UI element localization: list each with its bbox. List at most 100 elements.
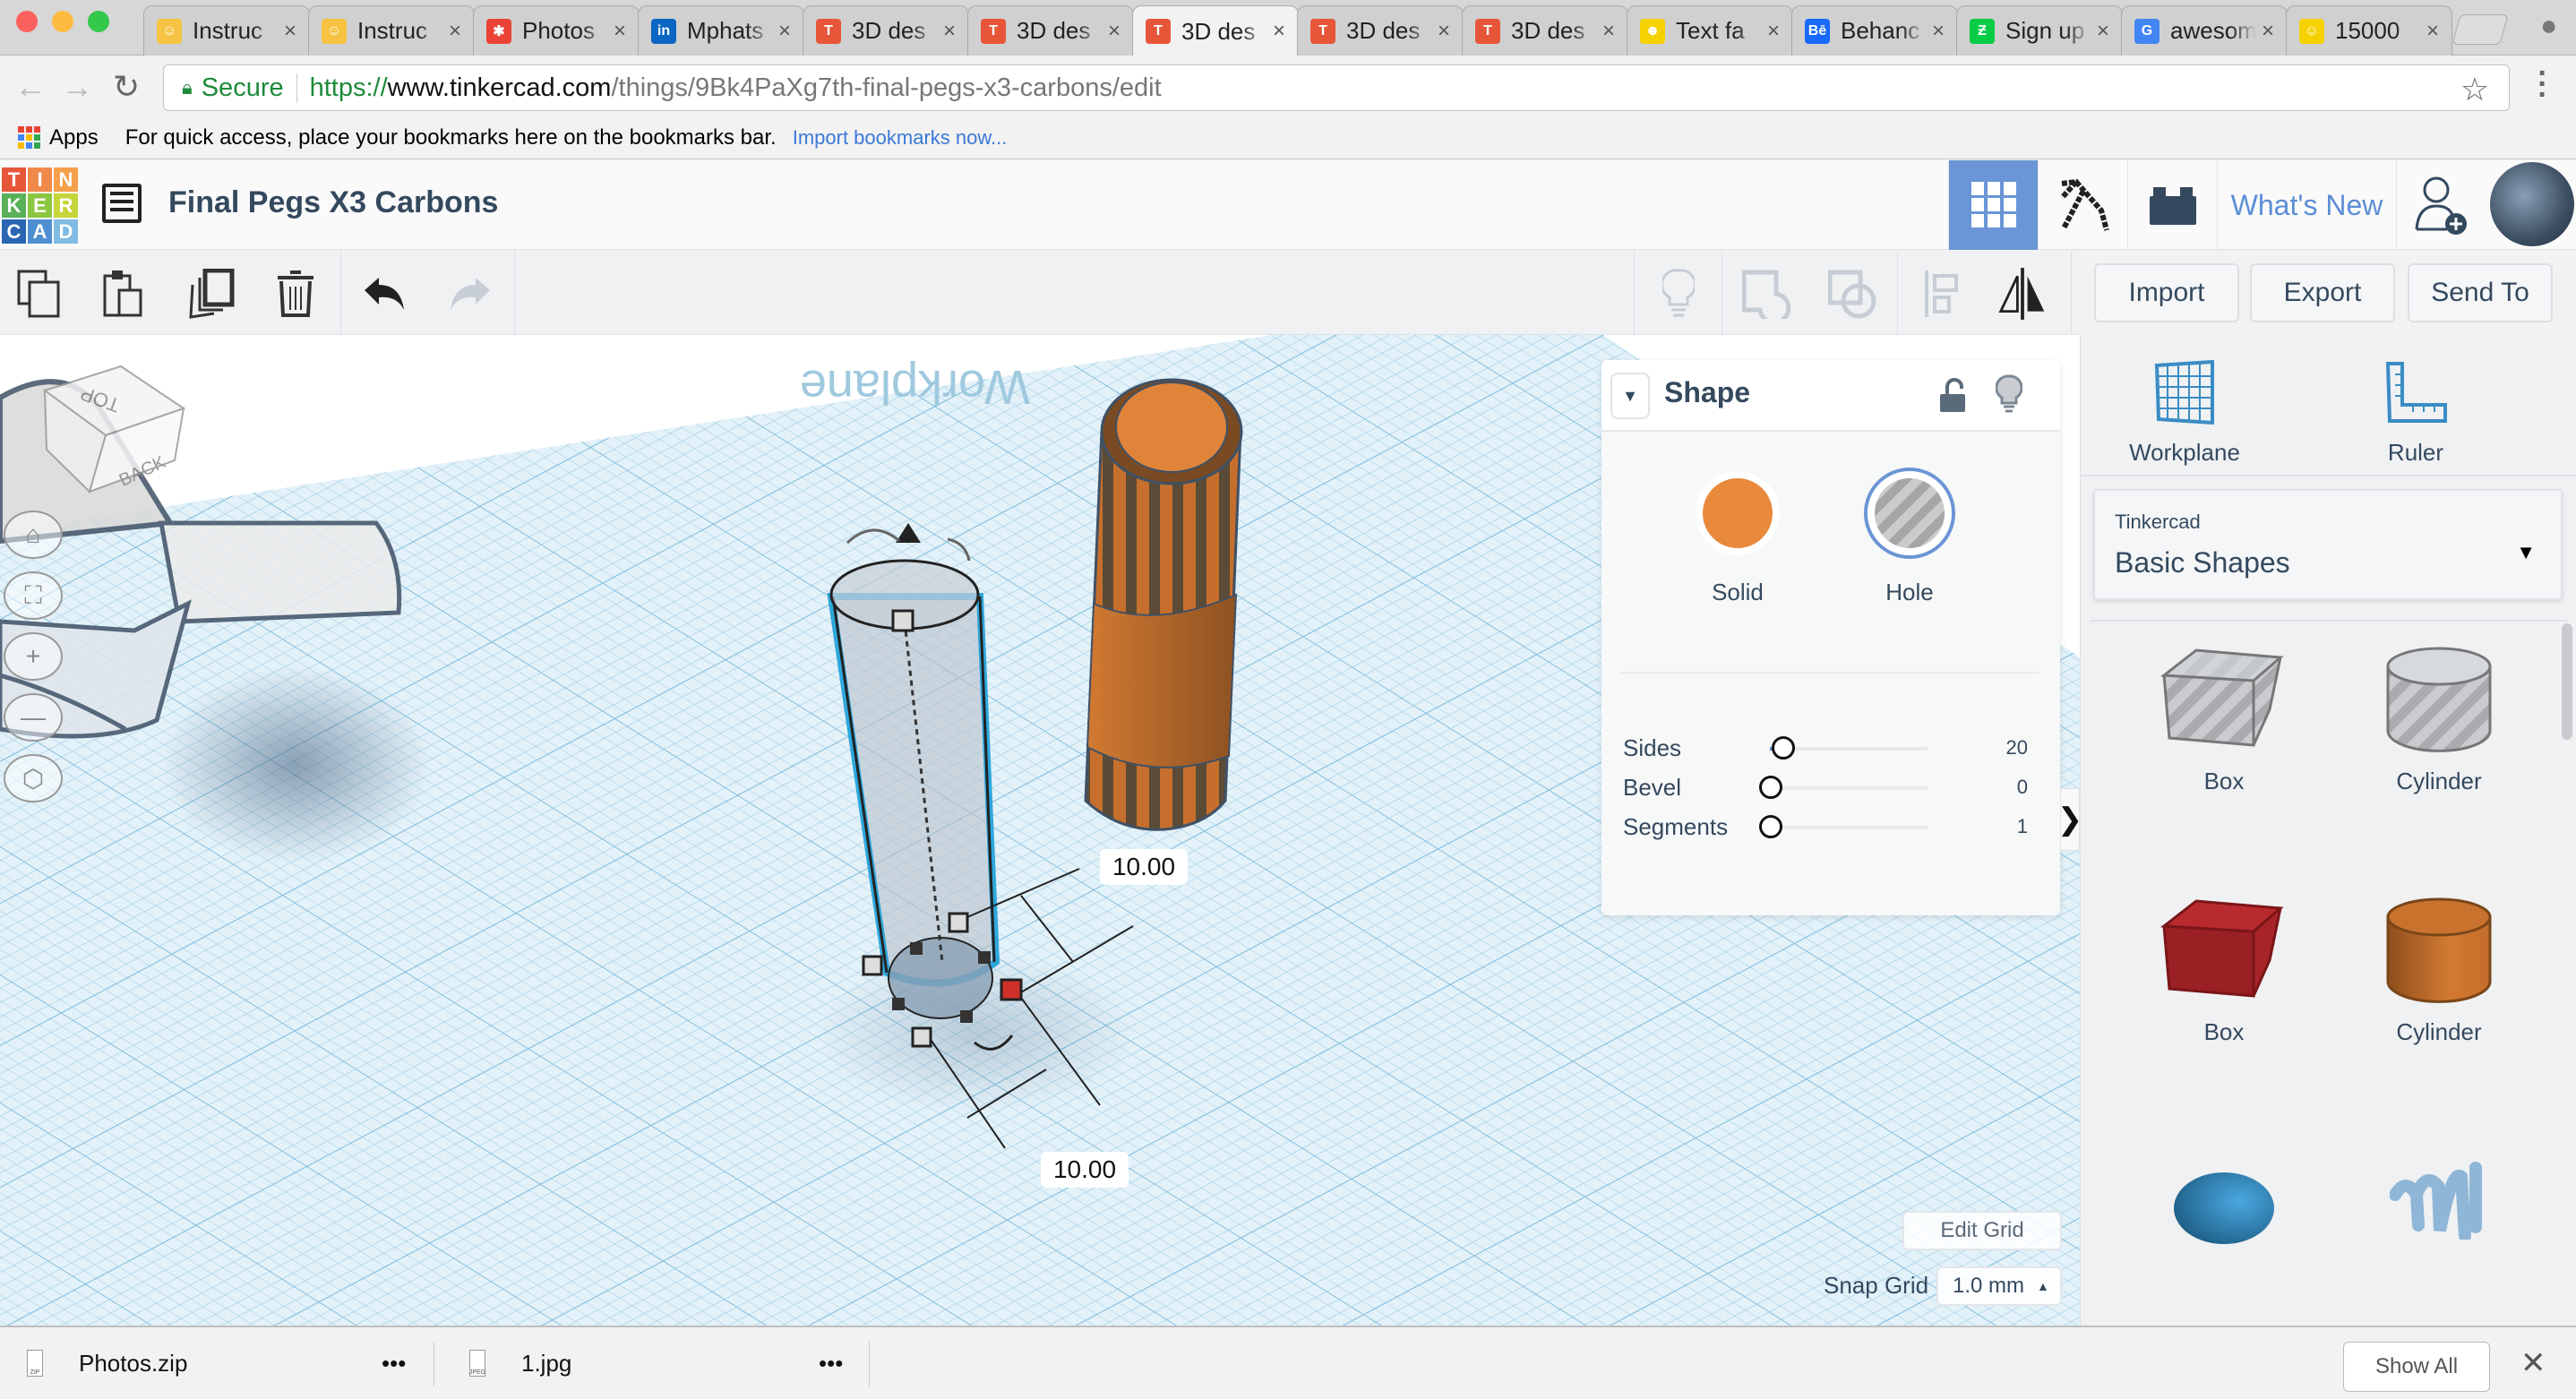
ruler-tool[interactable]: Ruler xyxy=(2326,353,2505,467)
tab-close-icon[interactable]: × xyxy=(943,19,956,44)
apps-link[interactable]: Apps xyxy=(49,125,99,150)
browser-menu-icon[interactable]: · · · xyxy=(2537,58,2549,110)
browser-tab[interactable]: Gawesom × xyxy=(2121,5,2288,56)
property-slider-knob[interactable] xyxy=(1772,736,1796,760)
browser-tab[interactable]: T 3D des × xyxy=(803,5,969,56)
browser-tab[interactable]: ☻ Text fa × xyxy=(1627,5,1793,56)
browser-tab[interactable]: ✱ Photos × xyxy=(473,5,640,56)
tab-close-icon[interactable]: × xyxy=(284,19,296,44)
collapse-panel-button[interactable]: ❯ xyxy=(2057,788,2082,851)
export-button[interactable]: Export xyxy=(2250,263,2395,322)
undo-button[interactable] xyxy=(360,269,410,319)
tab-close-icon[interactable]: × xyxy=(1602,19,1615,44)
browser-tab[interactable]: ☺ Instruc × xyxy=(308,5,475,56)
tab-close-icon[interactable]: × xyxy=(2097,19,2109,44)
tab-close-icon[interactable]: × xyxy=(2426,19,2439,44)
download-item[interactable]: ZIP Photos.zip xyxy=(27,1327,187,1399)
window-maximize-button[interactable] xyxy=(88,11,109,32)
tab-close-icon[interactable]: × xyxy=(1273,19,1285,44)
shape-list-scrollbar[interactable] xyxy=(2562,623,2572,740)
design-title[interactable]: Final Pegs X3 Carbons xyxy=(168,185,498,220)
depth-dimension-label[interactable]: 10.00 xyxy=(1041,1152,1129,1188)
solid-color-swatch[interactable] xyxy=(1696,471,1780,555)
property-slider-knob[interactable] xyxy=(1759,776,1782,799)
property-value[interactable]: 1 xyxy=(2017,815,2028,838)
import-button[interactable]: Import xyxy=(2094,263,2239,322)
hole-option[interactable]: Hole xyxy=(1856,471,1963,606)
tab-close-icon[interactable]: × xyxy=(778,19,791,44)
solid-option[interactable]: Solid xyxy=(1684,471,1791,606)
tab-close-icon[interactable]: × xyxy=(1108,19,1121,44)
fit-view-button[interactable]: ⛶ xyxy=(4,571,63,620)
invite-user-button[interactable] xyxy=(2396,160,2486,250)
whats-new-link[interactable]: What's New xyxy=(2217,160,2396,250)
align-button[interactable] xyxy=(1917,269,1967,319)
tab-close-icon[interactable]: × xyxy=(449,19,461,44)
shape-cylinder-orange[interactable]: Cylinder xyxy=(2340,896,2537,1046)
perspective-button[interactable]: ⬡ xyxy=(4,754,63,802)
hide-lightbulb-icon[interactable] xyxy=(1995,374,2023,421)
user-avatar[interactable] xyxy=(2490,162,2574,246)
shape-box-red[interactable]: Box xyxy=(2125,896,2323,1046)
forward-button[interactable]: → xyxy=(61,68,93,106)
tinkercad-logo[interactable]: TIN KER CAD xyxy=(2,167,78,244)
property-value[interactable]: 20 xyxy=(2006,736,2028,760)
show-all-button[interactable] xyxy=(1653,269,1704,319)
browser-tab[interactable]: Bē Behanc × xyxy=(1791,5,1958,56)
tab-close-icon[interactable]: × xyxy=(614,19,626,44)
edit-grid-button[interactable]: Edit Grid xyxy=(1902,1211,2062,1250)
browser-tab[interactable]: T 3D des × xyxy=(1462,5,1628,56)
new-tab-button[interactable] xyxy=(2451,14,2509,45)
browser-tab[interactable]: T 3D des × xyxy=(967,5,1134,56)
snap-grid-select[interactable]: 1.0 mm ▲ xyxy=(1936,1266,2062,1306)
3d-design-view-button[interactable] xyxy=(1948,160,2038,250)
brick-view-button[interactable] xyxy=(2127,160,2217,250)
apps-grid-icon[interactable] xyxy=(18,126,40,149)
width-dimension-label[interactable]: 10.00 xyxy=(1100,849,1188,885)
group-button[interactable] xyxy=(1741,269,1791,319)
shape-sphere[interactable] xyxy=(2125,1168,2323,1253)
design-list-icon[interactable] xyxy=(102,184,142,223)
reload-button[interactable]: ↻ xyxy=(113,68,140,106)
send-to-button[interactable]: Send To xyxy=(2408,263,2553,322)
unlock-icon[interactable] xyxy=(1940,378,1967,421)
browser-tab[interactable]: in Mphats × xyxy=(638,5,804,56)
paste-button[interactable] xyxy=(99,269,149,319)
download-options-button[interactable]: ••• xyxy=(819,1327,843,1399)
profile-icon[interactable]: ● xyxy=(2540,9,2562,43)
tab-close-icon[interactable]: × xyxy=(2262,19,2274,44)
zoom-out-button[interactable]: — xyxy=(4,693,63,742)
tab-close-icon[interactable]: × xyxy=(1932,19,1945,44)
copy-button[interactable] xyxy=(14,269,64,319)
import-bookmarks-link[interactable]: Import bookmarks now... xyxy=(793,126,1008,150)
minecraft-view-button[interactable] xyxy=(2038,160,2127,250)
shape-box-hole[interactable]: Box xyxy=(2125,645,2323,795)
url-input[interactable]: 🔒︎ Secure https://www.tinkercad.com/thin… xyxy=(163,64,2510,111)
delete-button[interactable] xyxy=(270,269,321,319)
redo-button[interactable] xyxy=(444,269,494,319)
zoom-in-button[interactable]: + xyxy=(4,632,63,681)
browser-tab[interactable]: T 3D des × xyxy=(1297,5,1464,56)
workplane-tool[interactable]: Workplane xyxy=(2095,353,2274,467)
collapse-inspector-button[interactable]: ▼ xyxy=(1610,373,1650,419)
home-view-button[interactable]: ⌂ xyxy=(4,511,63,559)
shape-cylinder-hole[interactable]: Cylinder xyxy=(2340,645,2537,795)
tab-close-icon[interactable]: × xyxy=(1438,19,1450,44)
shape-scribble[interactable] xyxy=(2340,1159,2537,1244)
bookmark-star-icon[interactable]: ☆ xyxy=(2460,71,2489,108)
orange-cylinder[interactable] xyxy=(1084,378,1243,831)
hole-swatch[interactable] xyxy=(1868,471,1952,555)
show-all-downloads-button[interactable]: Show All xyxy=(2343,1342,2490,1392)
duplicate-button[interactable] xyxy=(186,269,236,319)
ungroup-button[interactable] xyxy=(1827,269,1877,319)
property-slider-track[interactable] xyxy=(1770,826,1928,829)
mirror-button[interactable] xyxy=(1997,268,2048,320)
property-slider-knob[interactable] xyxy=(1759,815,1782,838)
browser-tab[interactable]: ☺ Instruc × xyxy=(143,5,310,56)
window-close-button[interactable] xyxy=(16,11,38,32)
browser-tab[interactable]: Ƶ Sign up × xyxy=(1956,5,2123,56)
property-slider-track[interactable] xyxy=(1770,786,1928,790)
download-item[interactable]: JPEG 1.jpg xyxy=(469,1327,571,1399)
close-downloads-icon[interactable]: ✕ xyxy=(2520,1345,2546,1381)
shape-library-select[interactable]: Tinkercad Basic Shapes ▼ xyxy=(2093,489,2563,600)
